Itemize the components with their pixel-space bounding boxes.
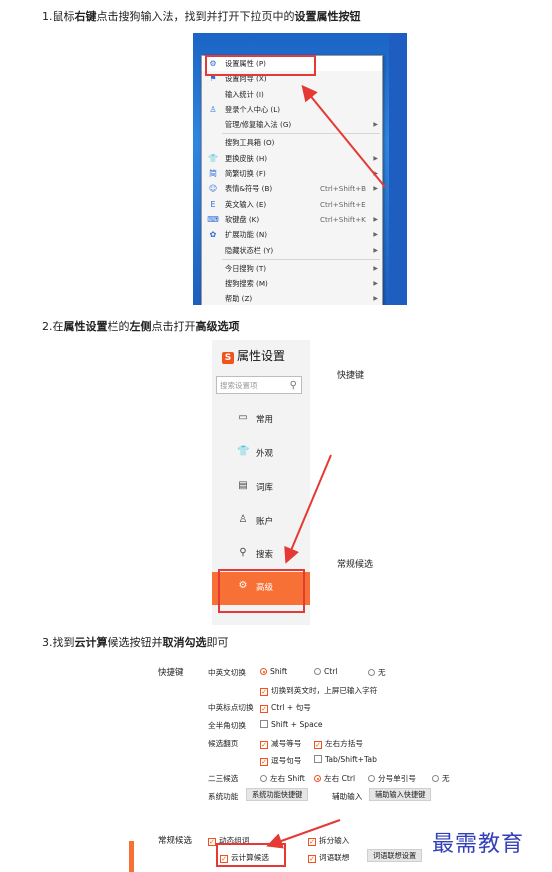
arrow-to-cloud (266, 819, 341, 849)
arrow-to-advanced (284, 454, 332, 564)
arrow-to-settings (301, 84, 386, 188)
annotation-arrows (266, 84, 386, 849)
